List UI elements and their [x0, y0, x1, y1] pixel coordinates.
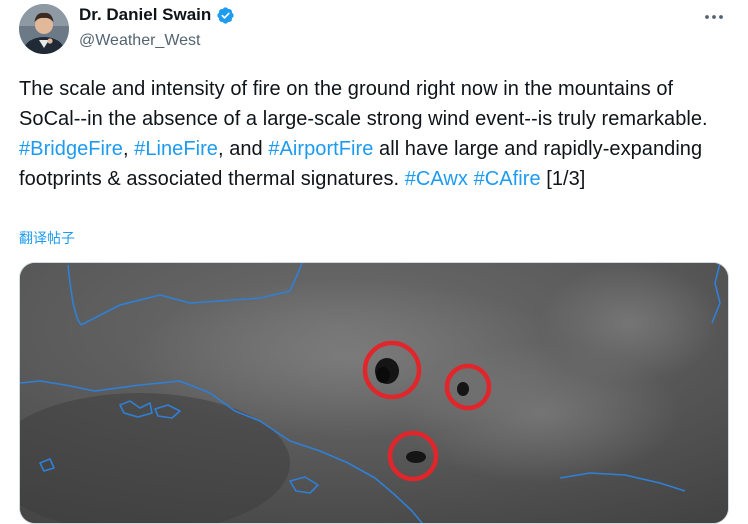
tweet-text-segment: [1/3] — [540, 168, 586, 190]
tweet-text-segment: , — [122, 138, 135, 160]
tweet-text-segment: The scale and intensity of fire on the g… — [19, 78, 708, 130]
terrain-highlight — [540, 263, 720, 383]
hashtag-link[interactable]: #CAfire — [474, 168, 541, 190]
hashtag-link[interactable]: #AirportFire — [268, 138, 373, 160]
translate-post-link[interactable]: 翻译帖子 — [19, 228, 75, 248]
ellipsis-icon — [705, 15, 723, 19]
hashtag-link[interactable]: #CAwx — [405, 168, 468, 190]
tweet-text: The scale and intensity of fire on the g… — [19, 74, 729, 194]
more-options-button[interactable] — [702, 6, 726, 28]
author-handle[interactable]: @Weather_West — [79, 32, 200, 50]
author-name-row: Dr. Daniel Swain — [79, 5, 235, 25]
avatar[interactable] — [19, 4, 69, 54]
profile-photo-icon — [19, 4, 69, 54]
tweet-media[interactable] — [19, 262, 729, 524]
hashtag-link[interactable]: #BridgeFire — [19, 138, 123, 160]
author-display-name[interactable]: Dr. Daniel Swain — [79, 5, 211, 25]
satellite-image — [20, 263, 728, 523]
hashtag-link[interactable]: #LineFire — [134, 138, 218, 160]
verified-badge-icon[interactable] — [216, 6, 235, 25]
tweet-text-segment: , and — [218, 138, 269, 160]
